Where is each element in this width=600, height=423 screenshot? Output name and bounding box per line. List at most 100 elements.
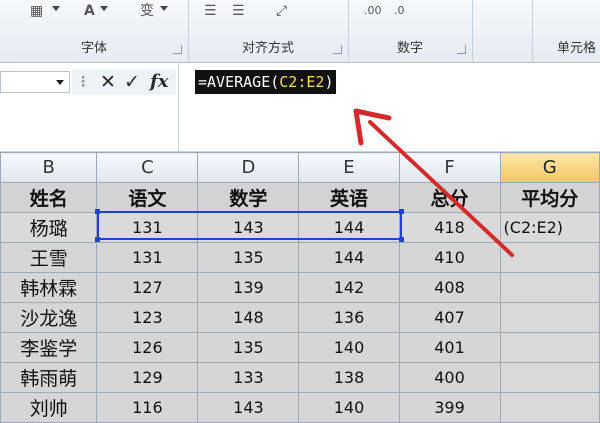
cell[interactable]: 399 [398,392,501,423]
cell[interactable]: 140 [298,332,400,363]
insert-function-icon[interactable]: fx [150,71,168,93]
number-group-label: 数字 [396,41,423,56]
formula-buttons: ⋮ ✕ ✓ fx [72,69,176,95]
separator-dots-icon: ⋮ [76,74,90,90]
decrease-decimal-icon[interactable]: .0 [394,3,405,19]
column-header[interactable]: E [298,152,400,183]
formula-range-ref: C2:E2 [279,73,325,91]
decrease-indent-icon[interactable]: ☰ [204,3,217,19]
cell[interactable]: 139 [197,272,300,303]
cell[interactable]: 平均分 [499,182,600,213]
cell[interactable]: 131 [96,212,199,243]
cell[interactable]: 144 [298,242,400,273]
cell[interactable]: 400 [398,362,501,393]
cell[interactable]: 总分 [398,182,501,213]
cell[interactable]: 126 [96,332,199,363]
cell[interactable]: 408 [398,272,501,303]
cell[interactable]: 138 [298,362,400,393]
ribbon: ▦ A 变 字体 ☰ ☰ ⤢ 对齐方式 .00 .0 数字 单元格 [0,0,600,63]
cell[interactable] [499,272,600,303]
alignment-group: ☰ ☰ ⤢ 对齐方式 [188,0,349,62]
orientation-icon[interactable]: ⤢ [276,3,287,19]
number-dialog-launcher-icon[interactable] [457,45,466,54]
cell[interactable]: 418 [398,212,501,243]
formula-prefix: =AVERAGE( [198,73,280,91]
column-header-selected[interactable]: G [499,152,600,183]
cell[interactable]: 144 [298,212,400,243]
cell[interactable]: 韩雨萌 [0,362,98,393]
number-group: .00 .0 数字 [348,0,473,62]
name-box[interactable] [0,71,70,93]
active-cell[interactable]: (C2:E2) [499,212,600,243]
cell[interactable]: 语文 [96,182,199,213]
cell[interactable]: 116 [96,392,199,423]
table-row: 刘帅 116 143 140 399 [0,392,600,423]
column-header[interactable]: D [197,152,300,183]
cell[interactable]: 133 [197,362,300,393]
cells-group: 单元格 [532,0,600,62]
table-row: 李鉴学 126 135 140 401 [0,332,600,363]
cell[interactable]: 143 [197,392,300,423]
chevron-down-icon[interactable] [56,80,64,85]
cell[interactable] [499,392,600,423]
cell[interactable]: 140 [298,392,400,423]
formula-suffix: ) [324,73,334,91]
cell[interactable]: 410 [398,242,501,273]
cell[interactable]: 135 [197,332,300,363]
cell[interactable]: 李鉴学 [0,332,98,363]
cell[interactable]: 407 [398,302,501,333]
cell[interactable]: 129 [96,362,199,393]
table-row: 韩林霖 127 139 142 408 [0,272,600,303]
cell[interactable] [499,302,600,333]
phonetic-icon[interactable]: 变 [140,3,154,19]
spacer-group [472,0,532,62]
chevron-down-icon[interactable] [52,6,60,11]
cell[interactable]: 401 [398,332,501,363]
cell[interactable]: 127 [96,272,199,303]
cell[interactable]: 143 [197,212,300,243]
increase-decimal-icon[interactable]: .00 [364,3,382,19]
cell[interactable]: 姓名 [0,182,98,213]
column-header[interactable]: C [96,152,199,183]
increase-indent-icon[interactable]: ☰ [232,3,245,19]
cell[interactable] [499,332,600,363]
cell[interactable]: 135 [197,242,300,273]
formula-text[interactable]: =AVERAGE(C2:E2) [195,70,337,94]
column-header[interactable]: B [0,152,98,183]
font-border-icon[interactable]: ▦ [30,3,43,19]
formula-bar: ⋮ ✕ ✓ fx =AVERAGE(C2:E2) [0,63,600,152]
chevron-down-icon[interactable] [160,6,168,11]
table-row: 沙龙逸 123 148 136 407 [0,302,600,333]
formula-input[interactable]: =AVERAGE(C2:E2) [178,63,600,151]
enter-icon[interactable]: ✓ [124,71,140,93]
table-row: 王雪 131 135 144 410 [0,242,600,273]
table-header-row: 姓名 语文 数学 英语 总分 平均分 [0,182,600,213]
cell[interactable]: 刘帅 [0,392,98,423]
column-header[interactable]: F [398,152,501,183]
chevron-down-icon[interactable] [100,6,108,11]
cell[interactable]: 142 [298,272,400,303]
cell[interactable]: 沙龙逸 [0,302,98,333]
cell[interactable]: 131 [96,242,199,273]
cells-group-label: 单元格 [557,41,597,56]
spreadsheet-grid: B C D E F G 姓名 语文 数学 英语 总分 平均分 杨璐 131 14… [0,152,600,423]
cell[interactable]: 136 [298,302,400,333]
grid-table: B C D E F G 姓名 语文 数学 英语 总分 平均分 杨璐 131 14… [0,152,600,423]
cell[interactable]: 123 [96,302,199,333]
cell[interactable]: 王雪 [0,242,98,273]
table-row: 韩雨萌 129 133 138 400 [0,362,600,393]
cell[interactable]: 数学 [197,182,300,213]
cancel-icon[interactable]: ✕ [100,71,116,93]
cell[interactable] [499,242,600,273]
font-dialog-launcher-icon[interactable] [173,45,182,54]
cell[interactable]: 英语 [298,182,400,213]
cell[interactable]: 148 [197,302,300,333]
cell[interactable] [499,362,600,393]
cell[interactable]: 杨璐 [0,212,98,243]
alignment-group-label: 对齐方式 [241,41,294,56]
font-group-label: 字体 [80,41,107,56]
alignment-dialog-launcher-icon[interactable] [333,45,342,54]
column-header-row: B C D E F G [0,152,600,183]
cell[interactable]: 韩林霖 [0,272,98,303]
font-color-icon[interactable]: A [84,3,95,19]
